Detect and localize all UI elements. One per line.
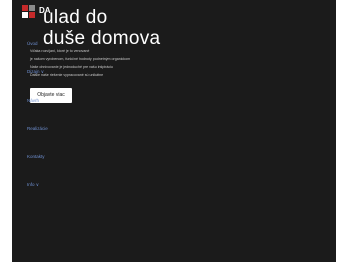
nav-item-realizacie[interactable]: Realizácie (27, 126, 48, 132)
headline-line-1: ulad do (43, 7, 108, 28)
brand-logo[interactable]: DA (22, 5, 51, 23)
logo-square-red (22, 5, 28, 11)
description-line: Vďaka rozvíjaní, ktoré je to venované (30, 49, 90, 53)
nav-item-info[interactable]: Info ∨ (27, 182, 39, 188)
logo-square-white (22, 12, 28, 18)
nav-item-kontakty[interactable]: Kontakty (27, 154, 45, 160)
logo-square-gray (29, 5, 35, 11)
nav-item-navrh[interactable]: Návrh (27, 98, 39, 104)
nav-item-dizajn[interactable]: Dizajn ∨ (27, 69, 44, 75)
hero-section: DA ulad do duše domova Vďaka rozvíjaní, … (12, 0, 336, 262)
nav-item-uvod[interactable]: Úvod (27, 41, 38, 47)
description-line: je našom vyrobenom, funkčné hodnoty podn… (30, 57, 131, 61)
logo-square-red-2 (29, 12, 35, 18)
headline-line-2: duše domova (43, 28, 161, 49)
